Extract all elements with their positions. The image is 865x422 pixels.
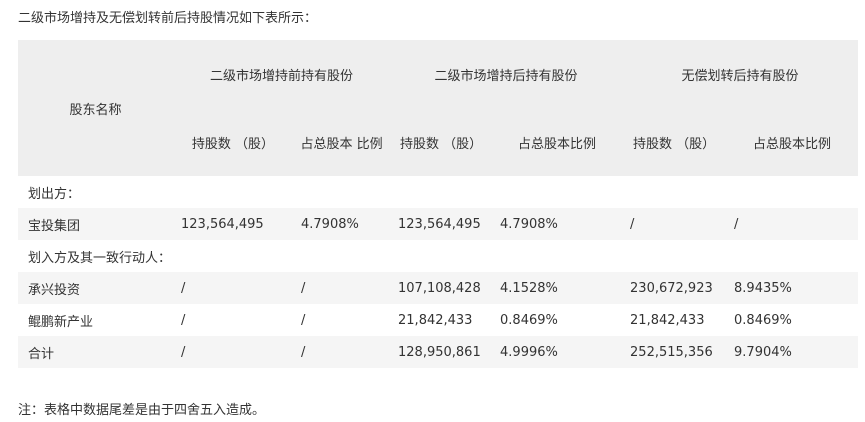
cell-name: 鲲鹏新产业 (18, 304, 173, 336)
cell: / (726, 208, 859, 240)
section-label: 划入方及其一致行动人： (18, 240, 859, 272)
cell-name: 宝投集团 (18, 208, 173, 240)
cell: 0.8469% (492, 304, 623, 336)
header-row-groups: 股东名称 二级市场增持前持有股份 二级市场增持后持有股份 无偿划转后持有股份 (18, 40, 859, 176)
cell: 107,108,428 (390, 272, 493, 304)
cell-name: 承兴投资 (18, 272, 173, 304)
section-transferee: 划入方及其一致行动人： (18, 240, 859, 272)
table-row: 承兴投资 / / 107,108,428 4.1528% 230,672,923… (18, 272, 859, 304)
header-group-transfer: 无偿划转后持有股份 (622, 40, 859, 108)
cell: 230,672,923 (622, 272, 727, 304)
header-shares-transfer: 持股数 （股） (622, 108, 727, 176)
section-transferor: 划出方： (18, 176, 859, 208)
cell-name: 合计 (18, 336, 173, 368)
cell: 21,842,433 (622, 304, 727, 336)
header-shareholder-name: 股东名称 (18, 40, 173, 176)
header-ratio-transfer: 占总股本比例 (726, 108, 859, 176)
cell: / (293, 304, 391, 336)
cell: / (293, 336, 391, 368)
cell: 0.8469% (726, 304, 859, 336)
table-row-total: 合计 / / 128,950,861 4.9996% 252,515,356 9… (18, 336, 859, 368)
cell: 123,564,495 (390, 208, 493, 240)
header-shares-before: 持股数 （股） (173, 108, 293, 176)
cell: 8.9435% (726, 272, 859, 304)
shareholding-table: 股东名称 二级市场增持前持有股份 二级市场增持后持有股份 无偿划转后持有股份 持… (18, 40, 859, 368)
cell: 252,515,356 (622, 336, 727, 368)
cell: / (293, 272, 391, 304)
header-group-after: 二级市场增持后持有股份 (390, 40, 623, 108)
cell: 123,564,495 (173, 208, 293, 240)
cell: 4.9996% (492, 336, 623, 368)
table-row: 鲲鹏新产业 / / 21,842,433 0.8469% 21,842,433 … (18, 304, 859, 336)
header-group-before: 二级市场增持前持有股份 (173, 40, 391, 108)
intro-text: 二级市场增持及无偿划转前后持股情况如下表所示： (18, 11, 318, 26)
cell: / (173, 304, 293, 336)
table-row: 宝投集团 123,564,495 4.7908% 123,564,495 4.7… (18, 208, 859, 240)
header-shares-after: 持股数 （股） (390, 108, 493, 176)
cell: 128,950,861 (390, 336, 493, 368)
cell: 4.7908% (293, 208, 391, 240)
header-ratio-before: 占总股本 比例 (293, 108, 391, 176)
cell: 9.7904% (726, 336, 859, 368)
cell: / (173, 336, 293, 368)
cell: 4.7908% (492, 208, 623, 240)
section-label: 划出方： (18, 176, 859, 208)
cell: 21,842,433 (390, 304, 493, 336)
footnote: 注：表格中数据尾差是由于四舍五入造成。 (18, 403, 266, 418)
cell: / (173, 272, 293, 304)
header-ratio-after: 占总股本比例 (492, 108, 623, 176)
cell: 4.1528% (492, 272, 623, 304)
cell: / (622, 208, 727, 240)
